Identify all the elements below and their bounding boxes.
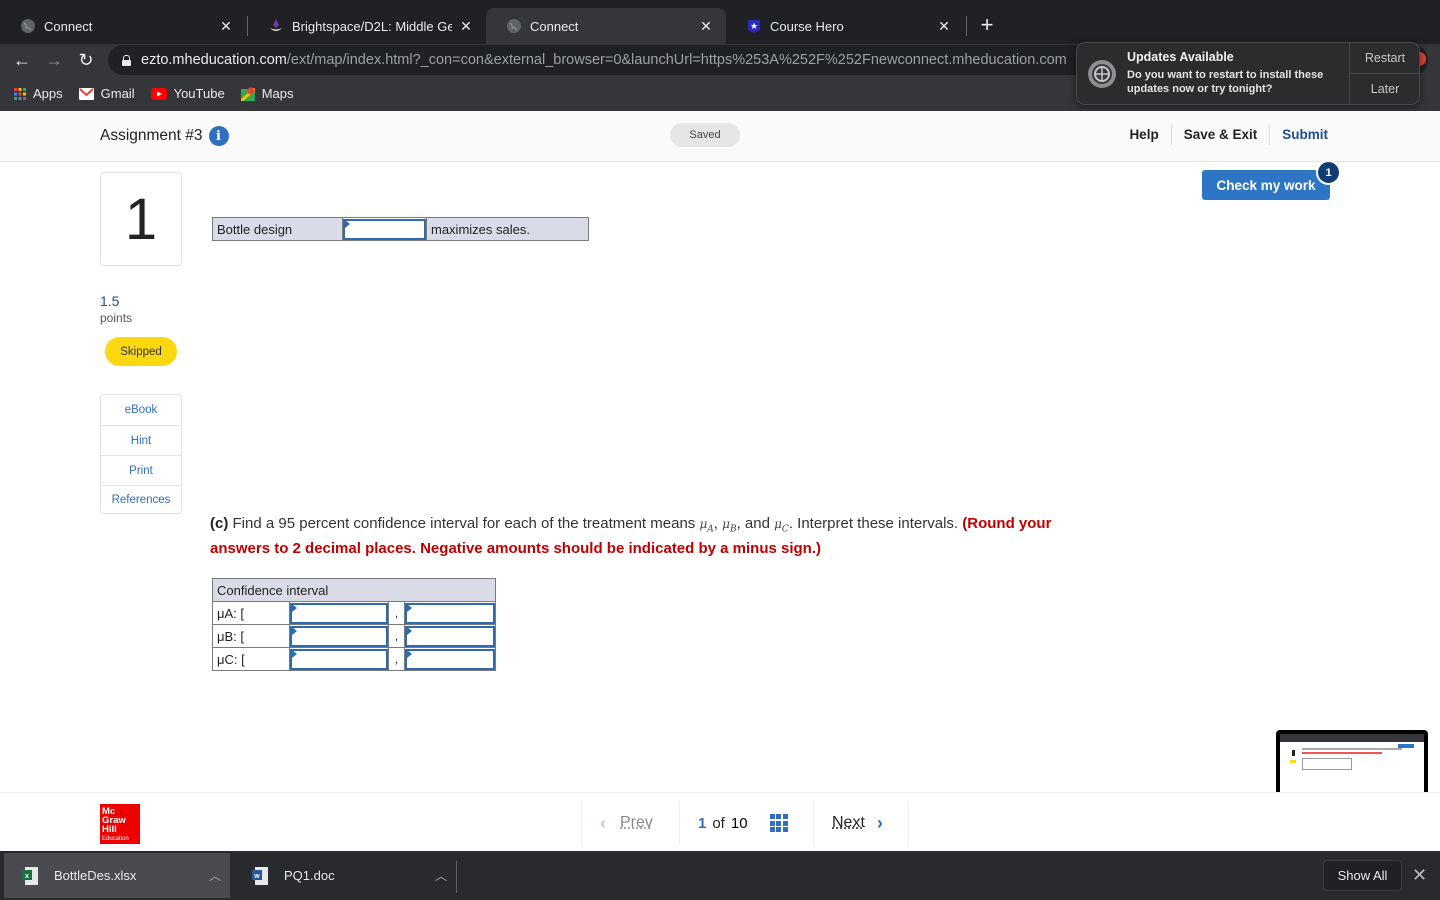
download-item-pq1[interactable]: w PQ1.doc ︿ (234, 853, 456, 898)
mcgraw-hill-logo: Mc Graw Hill Education (100, 804, 140, 844)
ci-row-b: μB: [ , (212, 624, 496, 648)
system-preferences-icon (1087, 59, 1117, 89)
globe-icon (20, 18, 36, 34)
chevron-right-icon: › (876, 812, 883, 833)
close-tab-icon[interactable]: ✕ (698, 18, 714, 35)
part-c-question: (c) Find a 95 percent confidence interva… (210, 515, 1052, 558)
new-tab-button[interactable]: + (976, 12, 998, 38)
mu-c-symbol: μC (774, 517, 789, 535)
maps-icon (240, 87, 255, 101)
coursehero-icon: ★ (746, 18, 762, 34)
mu-a-upper-input[interactable] (405, 602, 495, 624)
tab-connect-1[interactable]: Connect ✕ (0, 8, 246, 44)
input-flag-icon (407, 604, 412, 612)
mu-c-upper-input[interactable] (405, 648, 495, 670)
download-shelf: x BottleDes.xlsx ︿ w PQ1.doc ︿ Show All … (0, 851, 1440, 900)
lock-icon (122, 54, 131, 66)
skipped-status-badge: Skipped (105, 337, 177, 366)
download-item-bottledes[interactable]: x BottleDes.xlsx ︿ (4, 853, 230, 898)
ci-table-header: Confidence interval (212, 578, 496, 602)
youtube-icon (150, 87, 167, 100)
mu-b-lower-input[interactable] (290, 625, 388, 647)
points-label: points (100, 311, 133, 325)
assignment-title: Assignment #3 i (100, 126, 229, 146)
help-link[interactable]: Help (1117, 124, 1170, 145)
bookmark-apps[interactable]: Apps (14, 86, 63, 101)
bottle-design-sentence: Bottle design maximizes sales. (212, 217, 589, 241)
later-button[interactable]: Later (1350, 73, 1420, 103)
tab-brightspace[interactable]: Brightspace/D2L: Middle Georg ✕ (248, 8, 486, 44)
question-grid-icon[interactable] (769, 814, 788, 832)
back-button[interactable]: ← (10, 48, 34, 72)
saved-status-badge: Saved (670, 123, 740, 147)
bottle-design-input[interactable] (343, 218, 426, 240)
ci-row-c: μC: [ , (212, 647, 496, 671)
check-my-work-button[interactable]: Check my work (1202, 170, 1330, 200)
save-exit-link[interactable]: Save & Exit (1170, 124, 1270, 145)
restart-button[interactable]: Restart (1350, 43, 1420, 73)
forward-button[interactable]: → (42, 48, 66, 72)
brightspace-icon (268, 18, 284, 34)
points-value: 1.5 (100, 293, 120, 309)
excel-file-icon: x (22, 866, 38, 885)
mu-a-lower-input[interactable] (290, 602, 388, 624)
bookmark-youtube[interactable]: YouTube (150, 86, 225, 101)
svg-text:x: x (25, 873, 29, 880)
svg-text:w: w (253, 873, 260, 880)
tab-connect-active[interactable]: Connect ✕ (486, 8, 726, 44)
check-attempts-badge: 1 (1316, 160, 1341, 185)
chevron-up-icon[interactable]: ︿ (426, 867, 456, 884)
reload-button[interactable]: ↻ (74, 48, 98, 72)
hint-link[interactable]: Hint (101, 425, 181, 455)
prev-button[interactable]: ‹ Prev (581, 801, 679, 845)
confidence-interval-table: Confidence interval μA: [ , μB: [ , μC: … (212, 578, 496, 671)
input-flag-icon (407, 650, 412, 658)
mu-b-symbol: μB (722, 517, 737, 535)
word-file-icon: w (252, 866, 268, 885)
input-flag-icon (345, 220, 350, 228)
browser-tab-bar: Connect ✕ Brightspace/D2L: Middle Georg … (0, 0, 1440, 44)
references-link[interactable]: References (101, 485, 181, 513)
sentence-suffix: maximizes sales. (426, 217, 589, 241)
download-divider (456, 861, 457, 893)
mu-a-symbol: μA (699, 517, 714, 535)
next-button[interactable]: Next › (813, 801, 909, 845)
input-flag-icon (292, 650, 297, 658)
ci-row-a: μA: [ , (212, 601, 496, 625)
input-flag-icon (292, 627, 297, 635)
update-notification: Updates Available Do you want to restart… (1076, 42, 1420, 105)
show-all-downloads-button[interactable]: Show All (1323, 860, 1402, 891)
bookmark-maps[interactable]: Maps (240, 86, 293, 101)
info-icon[interactable]: i (208, 126, 229, 146)
close-tab-icon[interactable]: ✕ (458, 18, 474, 35)
mu-b-upper-input[interactable] (405, 625, 495, 647)
sentence-blank-cell (342, 217, 427, 241)
input-flag-icon (407, 627, 412, 635)
question-number: 1 (100, 172, 182, 266)
tab-divider (966, 16, 967, 36)
sentence-prefix: Bottle design (212, 217, 343, 241)
tab-course-hero[interactable]: ★ Course Hero ✕ (726, 8, 964, 44)
close-tab-icon[interactable]: ✕ (218, 18, 234, 35)
bookmark-gmail[interactable]: Gmail (78, 86, 135, 101)
apps-grid-icon (14, 87, 26, 100)
chevron-left-icon: ‹ (600, 812, 606, 833)
svg-text:★: ★ (750, 21, 758, 31)
close-tab-icon[interactable]: ✕ (936, 18, 952, 35)
input-flag-icon (292, 604, 297, 612)
question-pager: ‹ Prev 1 of 10 Next › (581, 801, 909, 845)
submit-link[interactable]: Submit (1269, 124, 1328, 145)
globe-icon (506, 18, 522, 34)
page-indicator[interactable]: 1 of 10 (679, 801, 813, 845)
close-shelf-icon[interactable]: ✕ (1412, 865, 1427, 886)
question-tools: eBook Hint Print References (100, 394, 182, 514)
print-link[interactable]: Print (101, 455, 181, 485)
gmail-icon (78, 87, 94, 100)
assignment-header: Assignment #3 i Saved Help Save & Exit S… (0, 111, 1440, 162)
chevron-up-icon[interactable]: ︿ (200, 867, 230, 884)
mu-c-lower-input[interactable] (290, 648, 388, 670)
page-footer: Mc Graw Hill Education ‹ Prev 1 of 10 Next… (0, 792, 1440, 851)
ebook-link[interactable]: eBook (101, 395, 181, 425)
